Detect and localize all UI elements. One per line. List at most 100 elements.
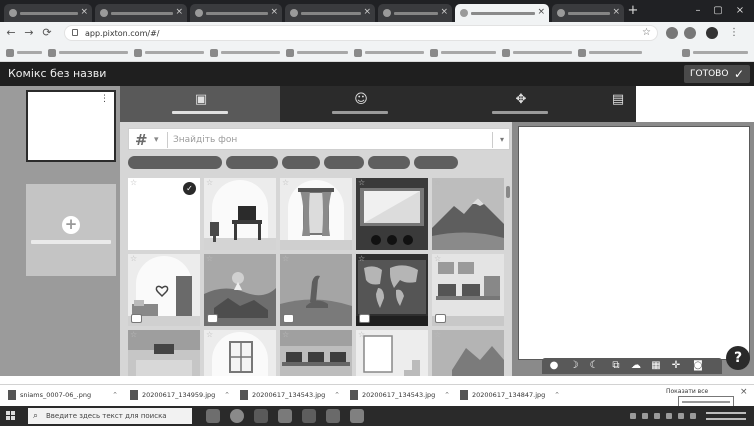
profile-avatar[interactable] — [706, 27, 718, 39]
move-icon[interactable]: ✛ — [670, 360, 682, 372]
tag-chip[interactable] — [282, 156, 320, 169]
close-downloads-icon[interactable]: × — [740, 386, 748, 398]
chevron-down-icon[interactable]: ▾ — [500, 133, 504, 147]
add-panel-button[interactable]: + — [26, 184, 116, 276]
folder-taskbar-icon[interactable] — [302, 409, 316, 423]
favorite-star-icon[interactable]: ☆ — [282, 330, 289, 339]
bookmark-item[interactable] — [430, 48, 496, 58]
download-item[interactable]: 20200617_134847.jpg ⌃ — [460, 389, 560, 401]
background-thumbnail[interactable]: ☆ — [432, 330, 504, 376]
bookmark-item[interactable] — [502, 48, 572, 58]
favorite-star-icon[interactable]: ☆ — [358, 254, 365, 263]
favorite-star-icon[interactable]: ☆ — [130, 254, 137, 263]
close-icon[interactable]: × — [440, 6, 448, 18]
forward-button[interactable]: → — [22, 26, 36, 40]
grid-scrollbar[interactable] — [506, 186, 510, 198]
browser-tab[interactable]: × — [378, 4, 452, 22]
bookmark-item[interactable] — [48, 48, 128, 58]
favorite-star-icon[interactable]: ☆ — [130, 178, 137, 187]
network-icon[interactable] — [666, 413, 672, 419]
reload-button[interactable]: ⟳ — [40, 26, 54, 40]
volume-icon[interactable] — [678, 413, 684, 419]
favorite-star-icon[interactable]: ☆ — [358, 178, 365, 187]
close-icon[interactable]: × — [537, 6, 545, 18]
comic-panel-canvas[interactable] — [518, 126, 750, 360]
bookmark-item[interactable] — [134, 48, 204, 58]
favorite-star-icon[interactable]: ☆ — [206, 330, 213, 339]
background-thumbnail[interactable]: ☆ — [204, 178, 276, 250]
new-tab-button[interactable]: + — [626, 4, 640, 18]
background-search-input[interactable] — [173, 132, 473, 148]
close-icon[interactable]: × — [363, 6, 371, 18]
favorite-star-icon[interactable]: ☆ — [434, 330, 441, 339]
app-taskbar-icon[interactable] — [350, 409, 364, 423]
task-view-icon[interactable] — [206, 409, 220, 423]
download-item[interactable]: 20200617_134543.jpg ⌃ — [240, 389, 340, 401]
layers-icon[interactable]: ⧉ — [610, 360, 622, 372]
bookmark-item[interactable] — [578, 48, 642, 58]
download-item[interactable]: 20200617_134543.jpg ⌃ — [350, 389, 450, 401]
browser-taskbar-icon[interactable] — [230, 409, 244, 423]
cloud-icon[interactable]: ☁ — [630, 360, 642, 372]
background-thumbnail[interactable]: ☆ — [356, 178, 428, 250]
chevron-up-icon[interactable]: ⌃ — [444, 389, 450, 401]
browser-tab[interactable]: × — [552, 4, 624, 22]
chevron-up-icon[interactable]: ⌃ — [554, 389, 560, 401]
minimize-button[interactable]: – — [690, 4, 706, 18]
app-taskbar-icon[interactable] — [326, 409, 340, 423]
language-icon[interactable] — [690, 413, 696, 419]
favorite-star-icon[interactable]: ☆ — [434, 254, 441, 263]
bookmark-star-icon[interactable]: ☆ — [642, 27, 651, 38]
close-icon[interactable]: × — [612, 6, 620, 18]
background-thumbnail[interactable]: ☆ — [356, 330, 428, 376]
light-icon[interactable]: ● — [548, 360, 560, 372]
background-thumbnail[interactable]: ☆ — [280, 178, 352, 250]
chevron-up-icon[interactable]: ⌃ — [334, 389, 340, 401]
download-item[interactable]: sniams_0007-06_.png ⌃ — [8, 389, 118, 401]
browser-tab[interactable]: × — [95, 4, 187, 22]
favorite-star-icon[interactable]: ☆ — [206, 254, 213, 263]
address-bar[interactable]: app.pixton.com/#/ ☆ — [64, 25, 658, 41]
extension-icon[interactable] — [666, 27, 678, 39]
camera-icon[interactable]: ◙ — [692, 360, 704, 372]
show-all-downloads-link[interactable]: Показати все — [666, 388, 708, 396]
tab-props[interactable]: ✥ — [440, 86, 600, 122]
chevron-down-icon[interactable]: ▾ — [154, 133, 159, 147]
close-icon[interactable]: × — [270, 6, 278, 18]
extension-icon[interactable] — [684, 27, 696, 39]
taskbar-clock[interactable] — [706, 409, 746, 423]
menu-icon[interactable]: ⋮ — [728, 27, 740, 39]
favorite-star-icon[interactable]: ☆ — [358, 330, 365, 339]
tag-chip[interactable] — [226, 156, 278, 169]
tag-chip[interactable] — [414, 156, 458, 169]
browser-tab[interactable]: × — [285, 4, 375, 22]
favorite-star-icon[interactable]: ☆ — [434, 178, 441, 187]
favorite-star-icon[interactable]: ☆ — [130, 330, 137, 339]
tab-characters[interactable]: ☺ — [280, 86, 440, 122]
app-taskbar-icon[interactable] — [254, 409, 268, 423]
panel-thumbnail[interactable]: ⋮ — [26, 90, 116, 162]
tag-chip[interactable] — [324, 156, 364, 169]
bookmark-item[interactable] — [354, 48, 424, 58]
close-icon[interactable]: × — [175, 6, 183, 18]
restore-button[interactable]: ▢ — [710, 4, 726, 18]
background-thumbnail[interactable]: ☆ — [204, 330, 276, 376]
bookmark-item[interactable] — [210, 48, 280, 58]
tag-chip[interactable] — [128, 156, 222, 169]
tag-chip[interactable] — [368, 156, 410, 169]
browser-tab-active[interactable]: × — [455, 4, 549, 22]
browser-tab[interactable]: × — [4, 4, 92, 22]
bookmark-item[interactable] — [286, 48, 348, 58]
tray-icon[interactable] — [630, 413, 636, 419]
back-button[interactable]: ← — [4, 26, 18, 40]
browser-tab[interactable]: × — [190, 4, 282, 22]
background-thumbnail[interactable]: ☆ — [204, 254, 276, 326]
favorite-star-icon[interactable]: ☆ — [206, 178, 213, 187]
tray-icon[interactable] — [642, 413, 648, 419]
close-icon[interactable]: × — [80, 6, 88, 18]
bookmark-item[interactable] — [6, 48, 42, 58]
chevron-up-icon[interactable]: ⌃ — [112, 389, 118, 401]
hashtag-icon[interactable]: # — [135, 130, 148, 150]
app-taskbar-icon[interactable] — [278, 409, 292, 423]
background-thumbnail[interactable]: ☆ — [432, 254, 504, 326]
